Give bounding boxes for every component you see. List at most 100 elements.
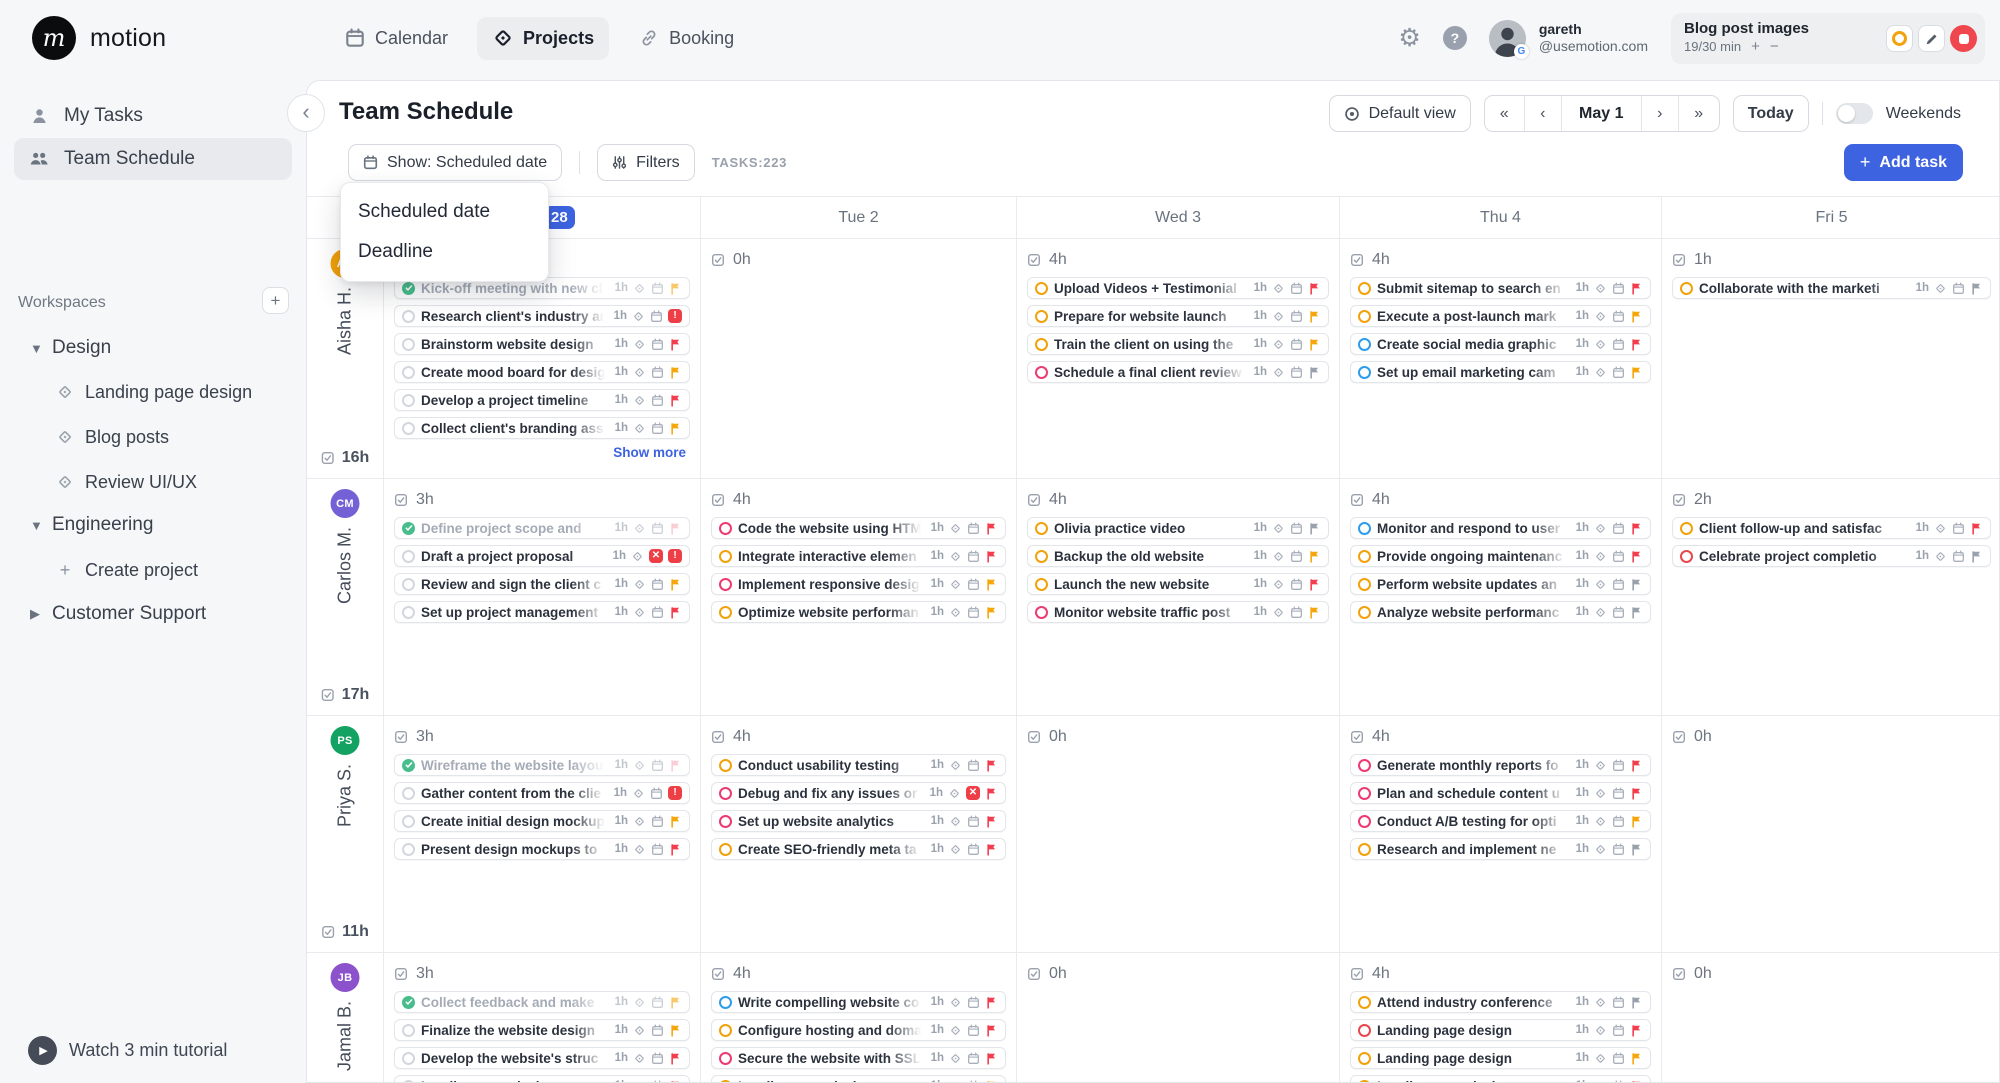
day-cell[interactable]: 3hDefine project scope and1hDraft a proj… [384,479,701,716]
task-status-circle[interactable] [1358,606,1371,619]
task-status-circle[interactable] [1035,282,1048,295]
task-status-circle[interactable] [402,422,415,435]
task-status-circle[interactable] [402,366,415,379]
task-status-circle[interactable] [402,1080,415,1083]
day-cell[interactable]: 0h [1017,716,1340,953]
collapse-sidebar-button[interactable]: ‹ [287,94,325,132]
task-status-circle[interactable] [1358,1052,1371,1065]
nav-item-calendar[interactable]: Calendar [329,17,463,60]
task-card[interactable]: Monitor website traffic post1h [1027,601,1329,623]
task-card[interactable]: Submit sitemap to search en1h [1350,277,1651,299]
task-card[interactable]: Secure the website with SSL1h [711,1047,1006,1069]
tutorial-button[interactable]: ▶ Watch 3 min tutorial [28,1036,227,1065]
stop-timer-button[interactable] [1950,25,1977,52]
task-status-circle[interactable] [1358,522,1371,535]
nav-item-booking[interactable]: Booking [623,17,749,60]
task-card[interactable]: Wireframe the website layou1h [394,754,690,776]
caret-down-icon[interactable]: ▼ [30,518,52,533]
task-card[interactable]: Execute a post-launch mark1h [1350,305,1651,327]
task-card[interactable]: Set up project management1h [394,601,690,623]
task-card[interactable]: Attend industry conference1h [1350,991,1651,1013]
day-cell[interactable]: 4hSubmit sitemap to search en1hExecute a… [1340,239,1662,479]
workspace-engineering[interactable]: ▼ Engineering [0,508,306,542]
day-forward-button[interactable]: › [1642,96,1679,131]
caret-right-icon[interactable]: ▶ [30,606,52,622]
task-status-circle[interactable] [1358,787,1371,800]
task-status-circle[interactable] [402,522,415,535]
task-status-circle[interactable] [1035,606,1048,619]
task-status-circle[interactable] [402,759,415,772]
task-status-circle[interactable] [719,759,732,772]
sidebar-item-team-schedule[interactable]: Team Schedule [14,138,292,180]
task-status-circle[interactable] [402,815,415,828]
task-status-circle[interactable] [402,1052,415,1065]
task-status-circle[interactable] [1035,338,1048,351]
day-cell[interactable]: 4hCode the website using HTM1hIntegrate … [701,479,1017,716]
task-status-circle[interactable] [402,578,415,591]
task-status-circle[interactable] [402,843,415,856]
task-card[interactable]: Celebrate project completio1h [1672,545,1991,567]
timer-ring-button[interactable] [1886,25,1913,52]
task-status-circle[interactable] [1680,522,1693,535]
edit-task-button[interactable] [1918,25,1945,52]
task-status-circle[interactable] [1035,366,1048,379]
task-card[interactable]: Client follow-up and satisfac1h [1672,517,1991,539]
sidebar-item-my-tasks[interactable]: My Tasks [14,95,292,137]
task-card[interactable]: Upload Videos + Testimonial1h [1027,277,1329,299]
task-status-circle[interactable] [719,550,732,563]
task-status-circle[interactable] [402,282,415,295]
task-status-circle[interactable] [1035,310,1048,323]
project-item-review-ui-ux[interactable]: Review UI/UX [0,465,306,499]
task-status-circle[interactable] [719,787,732,800]
task-card[interactable]: Landing page design1h [711,1075,1006,1082]
task-status-circle[interactable] [719,606,732,619]
widget-decrease-button[interactable]: − [1770,42,1779,52]
task-card[interactable]: Define project scope and1h [394,517,690,539]
task-status-circle[interactable] [1358,759,1371,772]
task-card[interactable]: Landing page design1h [1350,1075,1651,1082]
task-card[interactable]: Draft a project proposal1h✕! [394,545,690,567]
user-block[interactable]: G gareth @usemotion.com [1489,20,1648,57]
task-card[interactable]: Generate monthly reports fo1h [1350,754,1651,776]
day-cell[interactable]: 0h [1662,953,1999,1082]
sidebar-item-create-project[interactable]: + Create project [0,553,306,587]
task-status-circle[interactable] [1680,550,1693,563]
task-card[interactable]: Configure hosting and doma1h [711,1019,1006,1041]
task-status-circle[interactable] [1358,338,1371,351]
task-card[interactable]: Create social media graphic1h [1350,333,1651,355]
day-cell[interactable]: 4hUpload Videos + Testimonial1hPrepare f… [1017,239,1340,479]
default-view-button[interactable]: Default view [1329,95,1471,132]
date-range-label[interactable]: May 1 [1562,96,1642,131]
task-card[interactable]: Collect client's branding ass1h [394,417,690,439]
task-card[interactable]: Set up website analytics1h [711,810,1006,832]
task-card[interactable]: Develop a project timeline1h [394,389,690,411]
task-card[interactable]: Create SEO-friendly meta ta1h [711,838,1006,860]
day-cell[interactable]: 0h [701,239,1017,479]
show-more-link[interactable]: Show more [394,445,690,460]
task-status-circle[interactable] [1035,522,1048,535]
task-status-circle[interactable] [402,394,415,407]
task-status-circle[interactable] [719,815,732,828]
filters-button[interactable]: Filters [597,144,695,181]
task-card[interactable]: Brainstorm website design1h [394,333,690,355]
task-card[interactable]: Launch the new website1h [1027,573,1329,595]
task-status-circle[interactable] [1035,550,1048,563]
task-card[interactable]: Present design mockups to1h [394,838,690,860]
dropdown-item-scheduled-date[interactable]: Scheduled date [341,192,548,232]
task-status-circle[interactable] [1035,578,1048,591]
day-back-button[interactable]: ‹ [1525,96,1562,131]
task-card[interactable]: Analyze website performanc1h [1350,601,1651,623]
task-card[interactable]: Collaborate with the marketi1h [1672,277,1991,299]
add-workspace-button[interactable]: + [262,287,289,314]
task-status-circle[interactable] [1358,996,1371,1009]
task-status-circle[interactable] [1358,815,1371,828]
task-status-circle[interactable] [1358,578,1371,591]
task-card[interactable]: Prepare for website launch1h [1027,305,1329,327]
task-card[interactable]: Write compelling website co1h [711,991,1006,1013]
task-card[interactable]: Landing page design1h [1350,1019,1651,1041]
day-cell[interactable]: 4hConduct usability testing1hDebug and f… [701,716,1017,953]
add-task-button[interactable]: + Add task [1844,144,1963,181]
nav-item-projects[interactable]: Projects [477,17,609,60]
task-card[interactable]: Create initial design mockup1h [394,810,690,832]
task-card[interactable]: Conduct usability testing1h [711,754,1006,776]
